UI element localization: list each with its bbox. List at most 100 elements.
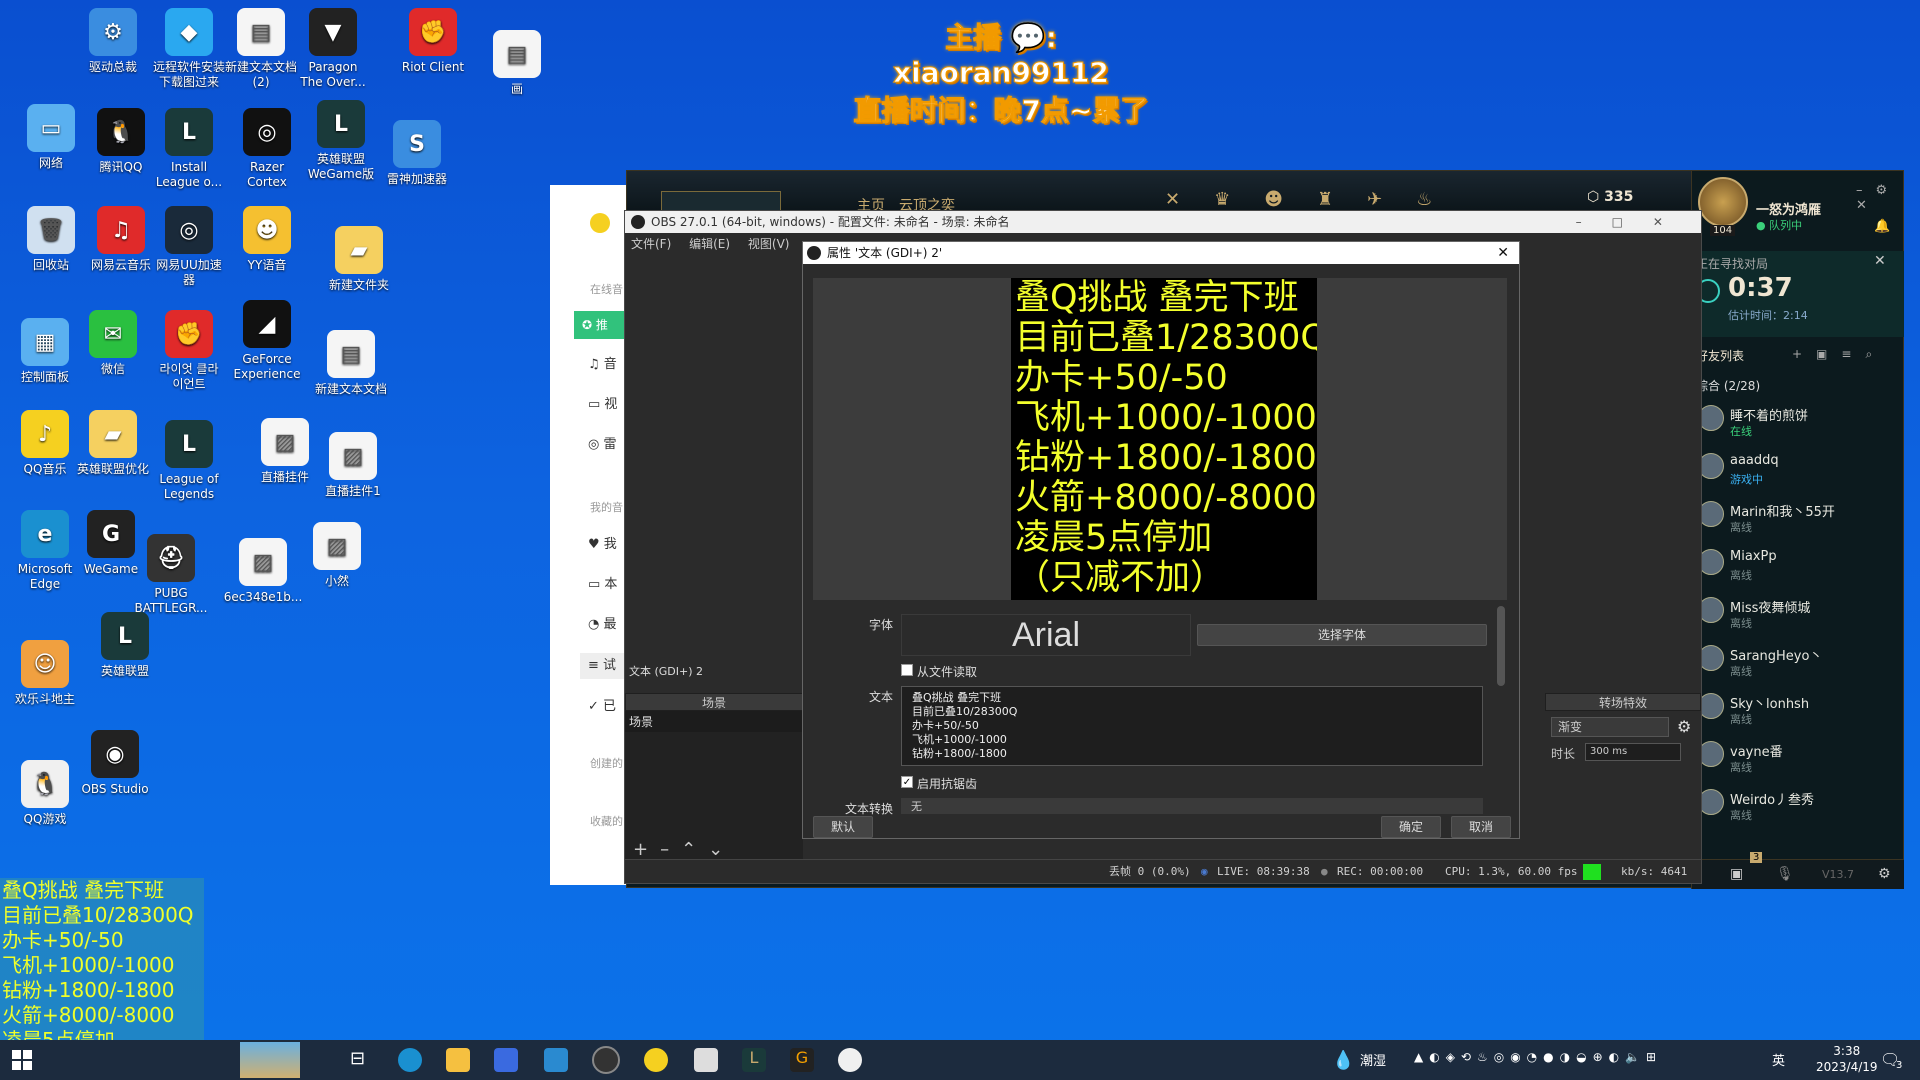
app-icon: ▤ <box>327 330 375 378</box>
chat-icon[interactable]: ▣ <box>1730 866 1743 882</box>
store-taskbar-icon[interactable] <box>494 1048 518 1072</box>
friend-row[interactable]: Marin和我丶55开 离线 <box>1698 495 1898 543</box>
menu-edit[interactable]: 编辑(E) <box>689 237 730 251</box>
menu-view[interactable]: 视图(V) <box>748 237 790 251</box>
weather-text[interactable]: 潮湿 <box>1360 1050 1386 1069</box>
app-icon: ▤ <box>493 30 541 78</box>
cancel-button[interactable]: 取消 <box>1451 816 1511 838</box>
music-nav-item[interactable]: ≡ 试 <box>580 653 626 679</box>
transition-gear-icon[interactable]: ⚙ <box>1677 717 1691 736</box>
desktop-icon[interactable]: S 雷神加速器 <box>372 120 462 187</box>
clock[interactable]: 3:38 2023/4/19 <box>1816 1043 1878 1075</box>
qqmusic-taskbar-icon[interactable] <box>644 1048 668 1072</box>
ok-button[interactable]: 确定 <box>1381 816 1441 838</box>
desktop-icon[interactable]: ⛑ PUBG BATTLEGR... <box>126 534 216 616</box>
desktop-icon[interactable]: ▰ 新建文件夹 <box>314 226 404 293</box>
friend-row[interactable]: MiaxPp 离线 <box>1698 543 1898 591</box>
music-label-online: 在线音 <box>590 283 623 296</box>
desktop-icon[interactable]: ☻ YY语音 <box>222 206 312 273</box>
summoner-avatar[interactable] <box>1698 177 1748 227</box>
music-nav-item[interactable]: ▭ 本 <box>588 573 617 592</box>
dialog-title: 属性 '文本 (GDI+) 2' <box>827 246 943 260</box>
desktop-icon[interactable]: ◎ 网易UU加速 器 <box>144 206 234 288</box>
app-icon: ♪ <box>21 410 69 458</box>
scene-toolbar[interactable]: +–⌃⌄ <box>633 839 735 860</box>
friend-row[interactable]: Weirdo丿叁秀 离线 <box>1698 783 1898 831</box>
window-controls[interactable]: – ⚙ ✕ <box>1856 179 1903 213</box>
client-version: V13.7 <box>1822 868 1855 881</box>
app-icon: ▨ <box>261 418 309 466</box>
preview-line: 叠Q挑战 叠完下班 <box>1015 278 1299 318</box>
music-nav-item[interactable]: ♥ 我 <box>588 533 617 552</box>
duration-input[interactable]: 300 ms <box>1585 743 1681 761</box>
mic-icon[interactable]: 🎙 <box>1776 866 1794 882</box>
obs-window-controls[interactable]: –□✕ <box>1576 211 1693 233</box>
qqgame-taskbar-icon[interactable] <box>838 1048 862 1072</box>
ime-indicator[interactable]: 英 <box>1772 1050 1785 1069</box>
preview-line: 凌晨5点停加 <box>1015 518 1213 558</box>
desktop-icon-label: 小然 <box>324 574 349 588</box>
friend-row[interactable]: vayne番 离线 <box>1698 735 1898 783</box>
desktop-icon-label: 6ec348e1b... <box>223 590 303 604</box>
music-nav-item[interactable]: ✓ 已 <box>588 695 616 714</box>
music-nav-item[interactable]: ◔ 最 <box>588 613 617 632</box>
desktop-icon[interactable]: ✊ 라이엇 클라 이언트 <box>144 310 234 392</box>
app-icon: L <box>165 420 213 468</box>
app-taskbar-icon[interactable] <box>694 1048 718 1072</box>
friend-row[interactable]: Sky丶lonhsh 离线 <box>1698 687 1898 735</box>
music-nav-item[interactable]: ▭ 视 <box>588 393 617 412</box>
explorer-taskbar-icon[interactable] <box>446 1048 470 1072</box>
music-app-window[interactable]: 在线音 ✪ 推 ♫ 音 ▭ 视 ◎ 雷 我的音 ♥ 我 ▭ 本 ◔ 最 ≡ 试 … <box>550 185 626 885</box>
wegame-taskbar-icon[interactable]: G <box>790 1048 814 1072</box>
read-from-file-checkbox[interactable] <box>901 664 913 676</box>
default-button[interactable]: 默认 <box>813 816 873 838</box>
league-taskbar-icon[interactable]: L <box>742 1048 766 1072</box>
desktop-icon[interactable]: L 英雄联盟 <box>80 612 170 679</box>
cancel-queue-icon[interactable]: ✕ <box>1874 253 1886 269</box>
desktop-icon[interactable]: 🐧 QQ游戏 <box>0 760 90 827</box>
desktop-icon[interactable]: L Install League o... <box>144 108 234 190</box>
source-label: 文本 (GDI+) 2 <box>629 665 704 678</box>
scene-item[interactable]: 场景 <box>625 711 803 732</box>
friend-row[interactable]: SarangHeyo丶 离线 <box>1698 639 1898 687</box>
friend-group[interactable]: 综合 (2/28) <box>1696 377 1760 394</box>
desktop-icon[interactable]: ▨ 直播挂件1 <box>308 432 398 499</box>
text-input[interactable]: 叠Q挑战 叠完下班 目前已叠10/28300Q 办卡+50/-50 飞机+1000/-… <box>901 686 1483 766</box>
music-nav-item[interactable]: ♫ 音 <box>588 353 617 372</box>
transition-select[interactable]: 渐变 <box>1551 717 1669 737</box>
mail-taskbar-icon[interactable] <box>544 1048 568 1072</box>
dialog-scrollbar[interactable] <box>1497 606 1505 686</box>
bell-icon[interactable]: 🔔 <box>1874 219 1890 234</box>
desktop-icon[interactable]: ☺ 欢乐斗地主 <box>0 640 90 707</box>
search-banner-image[interactable] <box>240 1042 300 1078</box>
app-icon: ◉ <box>91 730 139 778</box>
friend-row[interactable]: 睡不着的煎饼 在线 <box>1698 399 1898 447</box>
edge-taskbar-icon[interactable] <box>398 1048 422 1072</box>
properties-dialog[interactable]: 属性 '文本 (GDI+) 2' ✕ 叠Q挑战 叠完下班 目前已叠1/28300Q… <box>802 241 1520 839</box>
menu-file[interactable]: 文件(F) <box>631 237 671 251</box>
music-nav-item[interactable]: ◎ 雷 <box>588 433 617 452</box>
task-view-icon[interactable]: ⊟ <box>350 1048 365 1069</box>
desktop-icon[interactable]: ◢ GeForce Experience <box>222 300 312 382</box>
desktop-icon[interactable]: ▤ 新建文本文档 <box>306 330 396 397</box>
music-nav-recommend[interactable]: ✪ 推 <box>574 311 626 339</box>
select-font-button[interactable]: 选择字体 <box>1197 624 1487 646</box>
desktop-icon[interactable]: ▤ 画 <box>472 30 562 97</box>
settings-icon[interactable]: ⚙ <box>1878 866 1891 882</box>
desktop-icon[interactable]: ▼ Paragon The Over... <box>288 8 378 90</box>
desktop-icon[interactable]: L League of Legends <box>144 420 234 502</box>
desktop-icon[interactable]: ▨ 小然 <box>292 522 382 589</box>
friend-row[interactable]: Miss夜舞倾城 离线 <box>1698 591 1898 639</box>
obs-taskbar-icon[interactable] <box>592 1046 620 1074</box>
friends-toolbar[interactable]: +▣≡⌕ <box>1792 347 1886 362</box>
tray-icons[interactable]: ▲◐◈⟲♨◎◉◔●◑◒⊕◐🔈⊞ <box>1414 1050 1662 1064</box>
friend-row[interactable]: aaaddq 游戏中 <box>1698 447 1898 495</box>
start-icon[interactable] <box>12 1050 32 1070</box>
transform-select[interactable]: 无 <box>901 798 1483 814</box>
desktop-icon[interactable]: ✊ Riot Client <box>388 8 478 75</box>
close-icon[interactable]: ✕ <box>1497 242 1509 264</box>
scenes-header: 场景 <box>625 693 803 711</box>
desktop-icon-label: 直播挂件1 <box>325 484 381 498</box>
antialias-checkbox[interactable]: ✓ <box>901 776 913 788</box>
desktop-icon-label: Riot Client <box>401 60 465 74</box>
